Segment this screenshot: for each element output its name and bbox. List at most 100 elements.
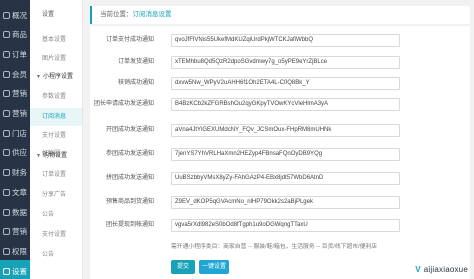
sidebar-item-notice-2[interactable]: 公告 [30, 246, 82, 264]
marketing-icon [3, 110, 10, 117]
field-label: 团长提现到帐通知 [105, 222, 154, 228]
template-id-input[interactable]: vgva5rXdl982eS0bOd8fTgph1u9oDGWqngTTaxU [171, 219, 400, 232]
marketing-icon [3, 228, 10, 236]
one-click-setup-button[interactable]: 一键设置 [199, 260, 229, 274]
nav-item-0[interactable]: 概况 [0, 4, 30, 26]
article-icon [3, 188, 10, 196]
template-id-input[interactable]: Z9EV_dKOP5qGVAcmNo_nlHP79Okk2s2aBjPLgek [171, 196, 400, 209]
breadcrumb-prefix: 当前位置： [100, 11, 133, 18]
brand-v-icon: V [415, 265, 421, 274]
category-hint: 需开通小程序类目：商家自营 -- 服装/鞋/箱包，生活服务 -- 百货/线下超市… [171, 244, 378, 250]
user-icon [3, 70, 10, 78]
nav-item-label: 会员 [12, 69, 27, 79]
field-label: 订单支付成功通知 [105, 37, 154, 43]
form-row: 团长提现到帐通知 vgva5rXdl982eS0bOd8fTgph1u9oDGWq… [90, 219, 470, 232]
sidebar-group-label: 购物设置 [42, 153, 67, 159]
sidebar-group-shopping[interactable]: ▼ 购物设置 [30, 149, 82, 163]
nav-item-label: 供应 [12, 148, 27, 158]
sidebar-item-image[interactable]: 图片设置 [30, 50, 82, 68]
nav-item-label: 商品 [12, 30, 27, 40]
sidebar-group-label: 小程序设置 [42, 74, 73, 80]
supply-icon [3, 149, 10, 157]
form-row: 团长申请成功发送通知 B4BzKCb2kZFGRBshOu2qyGKpyTVOwK… [90, 98, 470, 111]
breadcrumb-current[interactable]: 订阅消息设置 [133, 11, 172, 18]
primary-sidebar: 概况 商品 订单 会员 营销 营销 门店 供应 财务 文章 数据 营销 权限 设置 [0, 0, 30, 279]
breadcrumb: 当前位置：订阅消息设置 [90, 6, 470, 24]
submit-button[interactable]: 提交 [171, 260, 195, 274]
sidebar-item-order-settings[interactable]: 订单设置 [30, 166, 82, 184]
nav-item-8[interactable]: 财务 [0, 162, 30, 184]
home-icon [3, 11, 10, 19]
field-label: 预售商品到货通知 [105, 199, 154, 205]
nav-item-label: 营销 [12, 227, 27, 237]
main-content: 当前位置：订阅消息设置 需开通小程序类目：商家自营 -- 服装/鞋/箱包，生活服… [84, 0, 474, 279]
template-id-input[interactable]: aVna4JtYlGEXUMdcNY_FQv_JCSmOux-FHpRM8mUH… [171, 124, 400, 137]
gear-icon [3, 267, 10, 275]
sidebar-item-share-ad[interactable]: 分享广告 [30, 186, 82, 204]
store-icon [3, 129, 10, 137]
nav-item-label: 数据 [12, 207, 27, 217]
sidebar-section-title[interactable]: 设置 [30, 6, 82, 24]
sidebar-item-notice[interactable]: 公告 [30, 206, 82, 224]
nav-item-6[interactable]: 门店 [0, 122, 30, 144]
watermark: Vaijiaxiaoxue [415, 265, 468, 274]
settings-form: 需开通小程序类目：商家自营 -- 服装/鞋/箱包，生活服务 -- 百货/线下超市… [90, 26, 470, 279]
template-id-input[interactable]: UuBSzbbyVMsX8yZy-FAhGAzP4-EBx8jdt57WbD6A… [171, 172, 400, 185]
nav-item-label: 营销 [12, 109, 27, 118]
nav-item-label: 文章 [12, 187, 27, 197]
nav-item-label: 财务 [12, 168, 27, 178]
nav-item-12[interactable]: 权限 [0, 240, 30, 262]
nav-item-10[interactable]: 数据 [0, 201, 30, 223]
sidebar-item-basic[interactable]: 基本设置 [30, 31, 82, 49]
form-row: 参团成功发送通知 7jenYS7YhVRLHaXmn2HEZyp4FBnsaFQn… [90, 148, 470, 161]
secondary-sidebar: 设置 基本设置 图片设置 ▼ 小程序设置 参数设置 订阅消息 支付设置 好物圈 ▼… [30, 0, 83, 279]
sidebar-group-miniprogram[interactable]: ▼ 小程序设置 [30, 70, 82, 84]
nav-item-1[interactable]: 商品 [0, 24, 30, 46]
lock-icon [3, 247, 10, 255]
nav-item-label: 设置 [12, 266, 27, 276]
nav-item-2[interactable]: 订单 [0, 43, 30, 65]
form-row: 拼团成功发送通知 UuBSzbbyVMsX8yZy-FAhGAzP4-EBx8jd… [90, 172, 470, 185]
template-id-input[interactable]: qvoJfFlVNis55UkefMdKUZqiUrdPkjWTCKJafiWb… [171, 34, 400, 47]
sidebar-item-pay-2[interactable]: 支付设置 [30, 226, 82, 244]
finance-icon [3, 169, 10, 177]
field-label: 拼团成功发送通知 [105, 175, 154, 181]
form-row: 预售商品到货通知 Z9EV_dKOP5qGVAcmNo_nlHP79Okk2s2a… [90, 196, 470, 209]
nav-item-4[interactable]: 营销 [0, 83, 30, 105]
nav-item-label: 权限 [12, 246, 27, 256]
form-row: 订单发货通知 xTEMhbu8Qd5QzR2dpoSGvdmwy7g_o5yPE9… [90, 56, 470, 69]
template-id-input[interactable]: dxvw5Nw_WPyV2uAHH6f1Oh2ETA4L-C0Q8Bk_Y [171, 77, 400, 90]
caret-down-icon: ▼ [36, 153, 41, 159]
form-row: 订单支付成功通知 qvoJfFlVNis55UkefMdKUZqiUrdPkjWT… [90, 34, 470, 47]
nav-item-9[interactable]: 文章 [0, 181, 30, 203]
nav-item-label: 营销 [12, 89, 27, 99]
field-label: 核销成功通知 [117, 80, 154, 86]
nav-item-label: 门店 [12, 128, 27, 138]
field-label: 订单发货通知 [117, 59, 154, 65]
nav-item-label: 订单 [12, 49, 27, 59]
sidebar-item-subscribe-msg[interactable]: 订阅消息 [30, 108, 82, 126]
sidebar-item-params[interactable]: 参数设置 [30, 88, 82, 106]
field-label: 开团成功发送通知 [105, 127, 154, 133]
field-label: 参团成功发送通知 [105, 151, 154, 157]
caret-down-icon: ▼ [36, 74, 41, 80]
data-icon [3, 208, 10, 216]
order-icon [3, 50, 10, 58]
marketing-icon [3, 90, 10, 98]
template-id-input[interactable]: B4BzKCb2kZFGRBshOu2qyGKpyTVOwKYcVleHlmA3… [171, 98, 400, 111]
goods-icon [3, 31, 10, 39]
form-row: 开团成功发送通知 aVna4JtYlGEXUMdcNY_FQv_JCSmOux-F… [90, 124, 470, 137]
nav-item-5[interactable]: 营销 [0, 103, 30, 125]
form-row: 核销成功通知 dxvw5Nw_WPyV2uAHH6f1Oh2ETA4L-C0Q8B… [90, 77, 470, 90]
app-root: 概况 商品 订单 会员 营销 营销 门店 供应 财务 文章 数据 营销 权限 设置 设置 基本设置 图片设… [0, 0, 474, 279]
nav-item-13[interactable]: 设置 [0, 260, 30, 279]
template-id-input[interactable]: xTEMhbu8Qd5QzR2dpoSGvdmwy7g_o5yPE9eYrZjB… [171, 56, 400, 69]
nav-item-11[interactable]: 营销 [0, 221, 30, 243]
template-id-input[interactable]: 7jenYS7YhVRLHaXmn2HEZyp4FBnsaFQnOyDB9YQg [171, 148, 400, 161]
field-label: 团长申请成功发送通知 [93, 101, 154, 107]
nav-item-7[interactable]: 供应 [0, 142, 30, 164]
watermark-text: aijiaxiaoxue [423, 265, 468, 274]
sidebar-item-pay[interactable]: 支付设置 [30, 127, 82, 145]
nav-item-3[interactable]: 会员 [0, 63, 30, 85]
nav-item-label: 概况 [12, 10, 27, 20]
